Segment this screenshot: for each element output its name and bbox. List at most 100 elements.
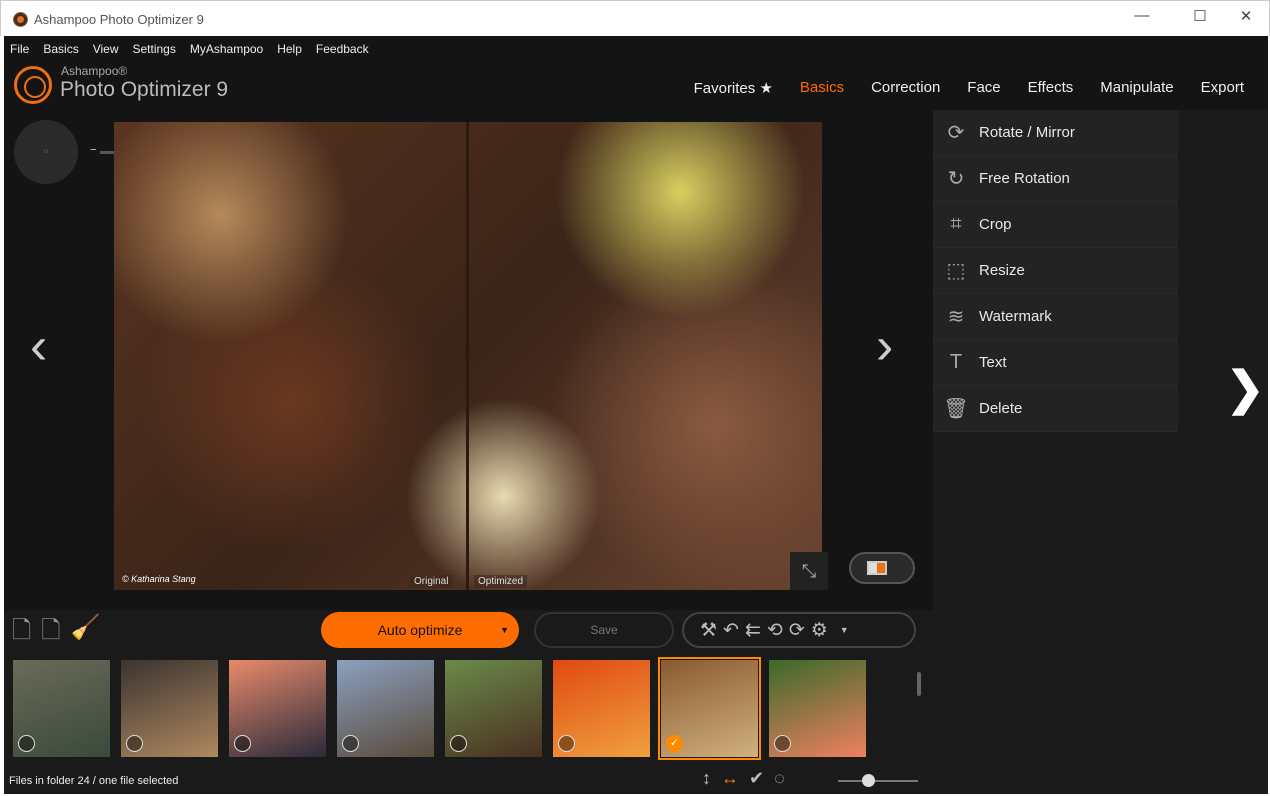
app-logo-icon (13, 12, 28, 27)
tool-label: Crop (979, 216, 1012, 233)
previous-image-arrow[interactable]: ‹ (30, 316, 47, 376)
select-checkbox[interactable] (450, 735, 467, 752)
next-image-arrow[interactable]: › (876, 316, 893, 376)
tool-delete[interactable]: 🗑 Delete (933, 386, 1178, 432)
trash-icon: 🗑 (943, 398, 969, 420)
tab-effects[interactable]: Effects (1028, 79, 1074, 97)
menu-myashampoo[interactable]: MyAshampoo (190, 42, 263, 56)
tool-watermark[interactable]: ≋ Watermark (933, 294, 1178, 340)
compare-split-handle[interactable] (466, 122, 469, 590)
slider-knob[interactable] (862, 774, 875, 787)
thumbnail-scrollbar[interactable] (917, 672, 921, 696)
add-folder-icon[interactable]: 🗋 (41, 613, 60, 654)
undo-all-icon[interactable]: ⇇ (745, 619, 761, 642)
optimized-label: Optimized (474, 575, 528, 588)
text-icon: T (949, 351, 963, 373)
thumbnail[interactable] (769, 660, 866, 757)
window-title: Ashampoo Photo Optimizer 9 (34, 12, 204, 27)
tab-basics[interactable]: Basics (800, 79, 844, 97)
fit-to-screen-button[interactable]: ⤡ (790, 552, 828, 590)
brand-name: Photo Optimizer 9 (60, 78, 229, 101)
menu-bar: File Basics View Settings MyAshampoo Hel… (10, 42, 369, 56)
thumbnail[interactable] (553, 660, 650, 757)
minimize-button[interactable]: — (1127, 7, 1157, 31)
add-file-icon[interactable]: 🗋 (12, 613, 31, 654)
save-button[interactable]: Save (534, 612, 674, 648)
thumbnail[interactable]: ✓ (658, 657, 761, 760)
tool-rotate-mirror[interactable]: ⟳ Rotate / Mirror (933, 110, 1178, 156)
menu-view[interactable]: View (93, 42, 119, 56)
tool-label: Watermark (979, 308, 1052, 325)
auto-optimize-button[interactable]: Auto optimize ▼ (321, 612, 519, 648)
panel-next-arrow[interactable]: ❯ (1226, 361, 1265, 415)
rotate-right-90-icon[interactable]: ⟳ (789, 619, 805, 642)
tool-crop[interactable]: ⌗ Crop (933, 202, 1178, 248)
thumbnail[interactable] (229, 660, 326, 757)
menu-feedback[interactable]: Feedback (316, 42, 369, 56)
tool-label: Resize (979, 262, 1025, 279)
clear-broom-icon[interactable]: 🧹 (71, 613, 101, 654)
status-text: Files in folder 24 / one file selected (9, 775, 179, 787)
menu-settings[interactable]: Settings (132, 42, 175, 56)
tab-manipulate[interactable]: Manipulate (1100, 79, 1173, 97)
rotate-icon: ⟳ (947, 122, 965, 144)
tool-free-rotation[interactable]: ↻ Free Rotation (933, 156, 1178, 202)
dropdown-caret-icon[interactable]: ▼ (500, 625, 509, 635)
tab-export[interactable]: Export (1201, 79, 1244, 97)
bottom-bar: 🗋 🗋 🧹 Auto optimize ▼ Save ⚒ ↶ ⇇ ⟲ ⟳ ⚙ ▼ … (4, 610, 933, 794)
brand-small: Ashampoo® (61, 64, 128, 78)
select-checkbox[interactable]: ✓ (666, 735, 683, 752)
menu-help[interactable]: Help (277, 42, 302, 56)
tools-dropdown-icon[interactable]: ▼ (840, 625, 849, 635)
magic-wand-icon[interactable]: ⚒ (700, 619, 717, 642)
select-checkbox[interactable] (774, 735, 791, 752)
thumbnail-strip: ✓ (13, 657, 866, 760)
quick-tools: ⚒ ↶ ⇇ ⟲ ⟳ ⚙ ▼ (682, 612, 916, 648)
rotate-left-90-icon[interactable]: ⟲ (767, 619, 783, 642)
photo-preview[interactable]: © Katharina Stang Original Optimized (114, 122, 822, 590)
horizontal-layout-icon[interactable]: ↔ (721, 768, 739, 789)
close-button[interactable]: ✕ (1231, 7, 1261, 31)
settings-gear-icon[interactable]: ⚙ (811, 619, 828, 642)
aperture-icon (14, 66, 52, 104)
vertical-layout-icon[interactable]: ↕ (702, 768, 711, 789)
photo-credit: © Katharina Stang (122, 574, 196, 584)
menu-file[interactable]: File (10, 42, 29, 56)
maximize-button[interactable]: ☐ (1185, 7, 1215, 31)
select-checkbox[interactable] (126, 735, 143, 752)
auto-optimize-label: Auto optimize (377, 622, 463, 638)
tool-text[interactable]: T Text (933, 340, 1178, 386)
menu-basics[interactable]: Basics (43, 42, 78, 56)
tool-label: Text (979, 354, 1007, 371)
zoom-out-icon[interactable]: − (90, 144, 96, 156)
crop-icon: ⌗ (950, 213, 962, 235)
tab-favorites[interactable]: Favorites ★ (694, 79, 773, 97)
thumbnail[interactable] (13, 660, 110, 757)
title-bar: Ashampoo Photo Optimizer 9 — ☐ ✕ (0, 0, 1270, 36)
tool-label: Rotate / Mirror (979, 124, 1075, 141)
select-checkbox[interactable] (342, 735, 359, 752)
tab-correction[interactable]: Correction (871, 79, 940, 97)
select-checkbox[interactable] (558, 735, 575, 752)
thumbnail[interactable] (445, 660, 542, 757)
app-window: File Basics View Settings MyAshampoo Hel… (4, 36, 1268, 794)
select-all-icon[interactable]: ✔ (749, 768, 764, 789)
tool-label: Delete (979, 400, 1023, 417)
category-tabs: Favorites ★ Basics Correction Face Effec… (694, 79, 1244, 97)
thumbnail[interactable] (337, 660, 434, 757)
tab-face[interactable]: Face (967, 79, 1000, 97)
free-rotation-icon: ↻ (947, 168, 965, 190)
split-view-icon (867, 561, 887, 575)
tools-panel: ⟳ Rotate / Mirror ↻ Free Rotation ⌗ Crop ⬚ R… (933, 110, 1268, 794)
select-checkbox[interactable] (234, 735, 251, 752)
pan-navigator[interactable]: ◦ (14, 120, 78, 184)
select-none-icon[interactable]: ◌ (774, 768, 785, 789)
watermark-icon: ≋ (947, 306, 965, 328)
tool-resize[interactable]: ⬚ Resize (933, 248, 1178, 294)
thumbnail-size-slider[interactable] (838, 774, 918, 787)
compare-mode-button[interactable] (849, 552, 915, 584)
resize-icon: ⬚ (946, 260, 966, 282)
thumbnail[interactable] (121, 660, 218, 757)
undo-icon[interactable]: ↶ (723, 619, 739, 642)
select-checkbox[interactable] (18, 735, 35, 752)
